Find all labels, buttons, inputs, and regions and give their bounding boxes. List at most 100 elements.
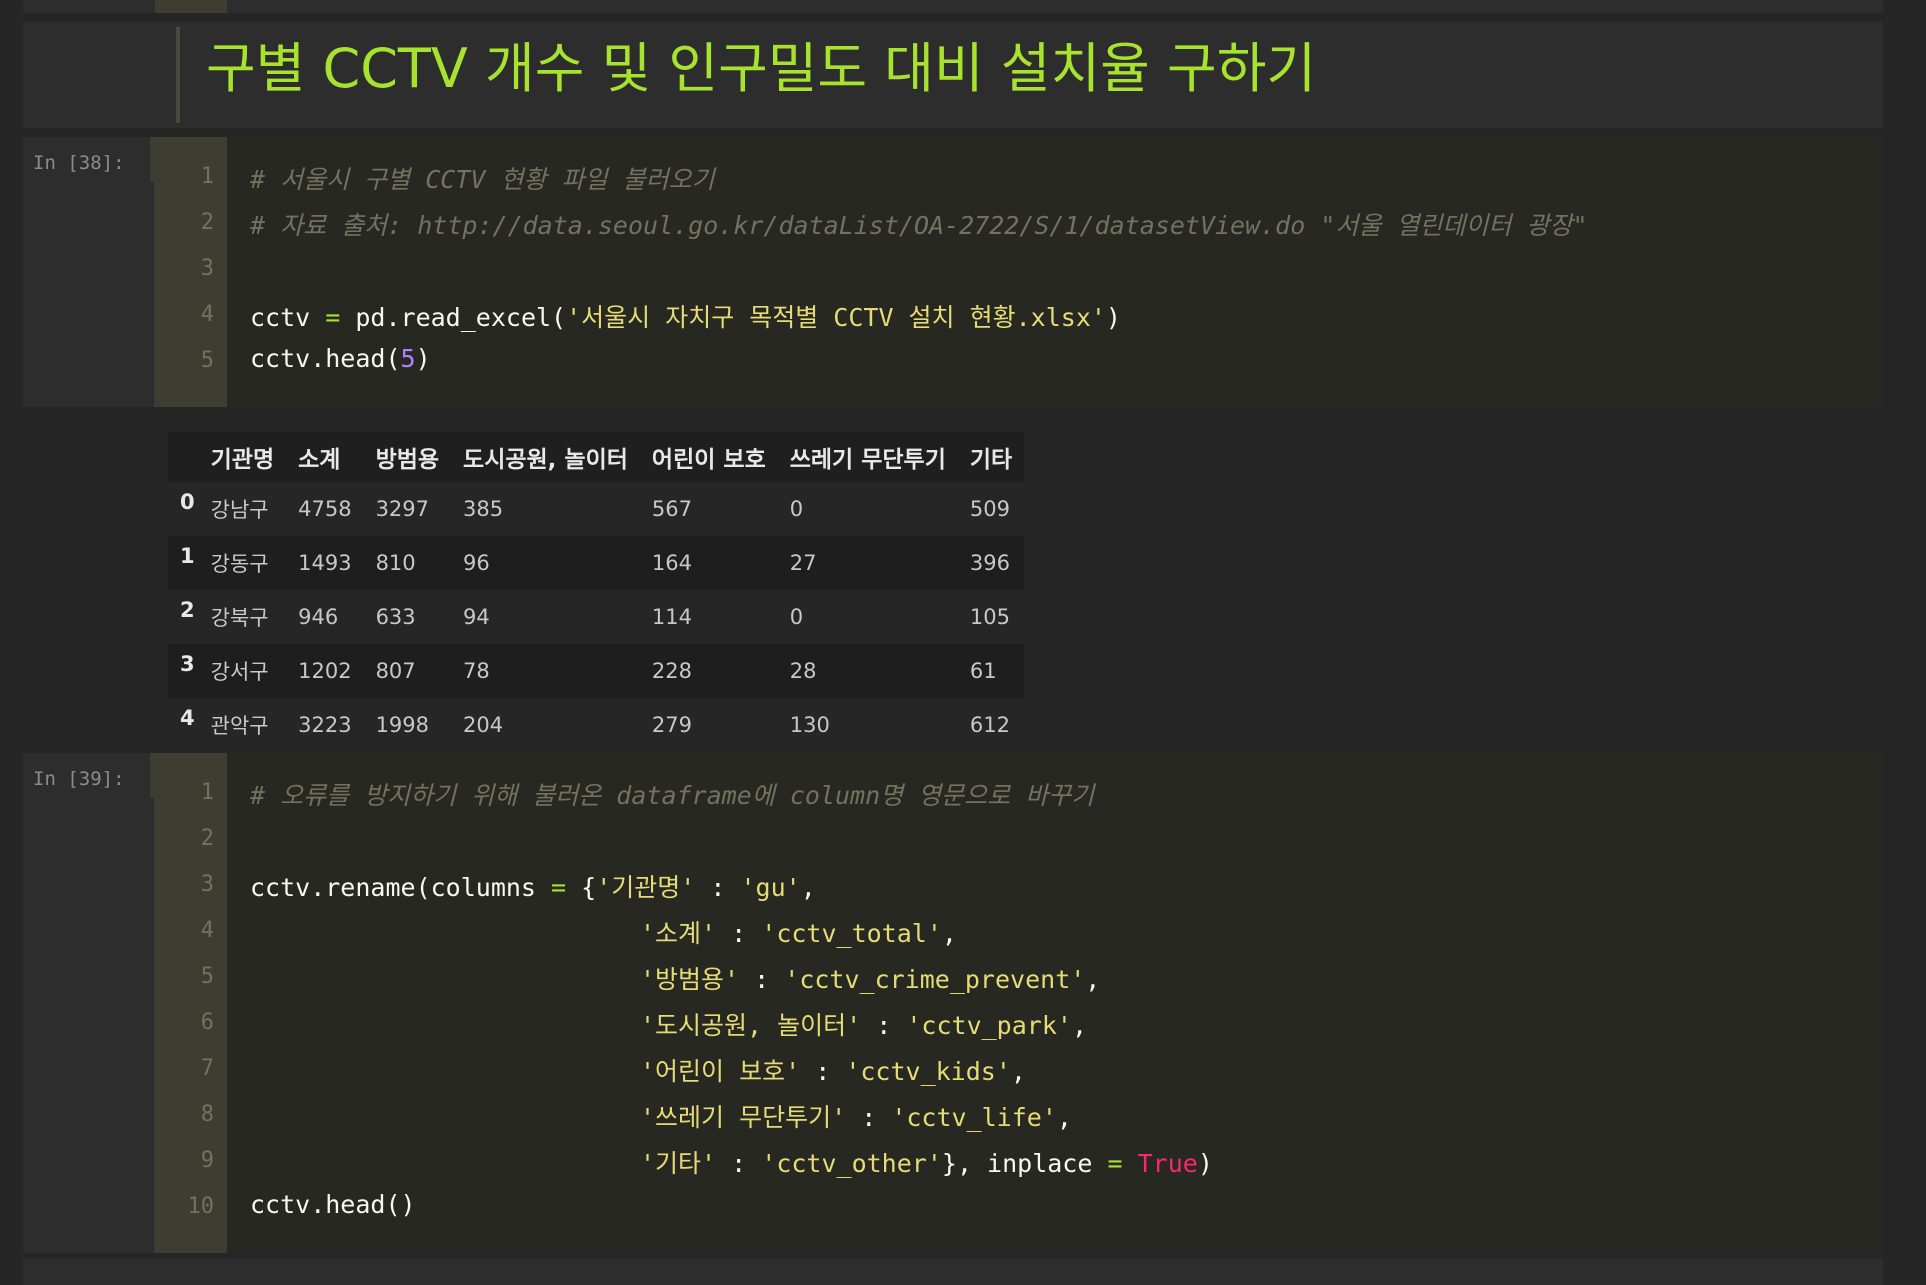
code-token: ): [415, 344, 431, 373]
code-token: ,: [941, 919, 957, 948]
code-token: cctv.head(): [250, 1190, 416, 1219]
table-row: 0 강남구 4758 3297 385 567 0 509: [168, 482, 1025, 536]
code-comment: # 서울시 구별 CCTV 현황 파일 불러오기: [250, 165, 715, 194]
table-cell: 279: [639, 698, 778, 752]
table-cell: 3223: [286, 698, 364, 752]
notebook-page: 구별 CCTV 개수 및 인구밀도 대비 설치율 구하기 In [38]: 1 …: [0, 0, 1926, 1285]
column-header: 어린이 보호: [639, 432, 778, 482]
code-string: 'cctv_total': [761, 919, 942, 948]
code-string: 'cctv_other': [761, 1149, 942, 1178]
column-header: 소계: [286, 432, 364, 482]
code-token: ,: [800, 873, 816, 902]
code-string: 'cctv_kids': [845, 1057, 1011, 1086]
table-cell: 385: [451, 482, 640, 536]
line-number: 8: [200, 1102, 214, 1127]
row-index: 0: [168, 482, 199, 536]
table-cell: 27: [777, 536, 958, 590]
code-token: ,: [1056, 1103, 1072, 1132]
table-row: 2 강북구 946 633 94 114 0 105: [168, 590, 1025, 644]
table-cell: 164: [639, 536, 778, 590]
code-line-1: # 오류를 방지하기 위해 불러온 dataframe에 column명 영문으…: [250, 776, 1094, 812]
code-string: 'cctv_park': [906, 1011, 1072, 1040]
code-token: :: [739, 965, 785, 994]
table-header-row: 기관명 소계 방범용 도시공원, 놀이터 어린이 보호 쓰레기 무단투기 기타: [168, 432, 1025, 482]
table-cell: 946: [286, 590, 364, 644]
code-line-4: cctv = pd.read_excel('서울시 자치구 목적별 CCTV 설…: [250, 298, 1121, 334]
table-cell: 28: [777, 644, 958, 698]
table-cell: 567: [639, 482, 778, 536]
code-line-5: cctv.head(5): [250, 344, 431, 373]
code-string: '쓰레기 무단투기': [640, 1103, 847, 1132]
column-header: [168, 432, 199, 482]
table-cell: 61: [957, 644, 1025, 698]
code-token: ): [1105, 303, 1121, 332]
table-cell: 0: [777, 590, 958, 644]
line-number: 4: [200, 302, 214, 327]
code-comment: # 자료 출처: http://data.seoul.go.kr/dataLis…: [250, 211, 1588, 240]
table-cell: 1202: [286, 644, 364, 698]
row-index: 2: [168, 590, 199, 644]
table-cell: 509: [957, 482, 1025, 536]
line-number: 3: [200, 872, 214, 897]
line-number: 4: [200, 918, 214, 943]
line-number: 10: [187, 1194, 215, 1219]
code-string: 'cctv_crime_prevent': [784, 965, 1086, 994]
code-token: {: [566, 873, 597, 902]
code-token: :: [846, 1103, 892, 1132]
table-cell: 810: [363, 536, 452, 590]
code-token: ,: [1071, 1011, 1088, 1040]
code-line-1: # 서울시 구별 CCTV 현황 파일 불러오기: [250, 160, 715, 196]
code-string: '소계': [640, 919, 717, 948]
code-string: 'gu': [740, 873, 801, 902]
row-index: 4: [168, 698, 199, 752]
code-line-10: cctv.head(): [250, 1190, 416, 1219]
code-line-2: # 자료 출처: http://data.seoul.go.kr/dataLis…: [250, 206, 1588, 242]
table-cell: 130: [777, 698, 958, 752]
line-number: 2: [200, 826, 214, 851]
table-cell: 3297: [363, 482, 452, 536]
code-line-5: '방범용' : 'cctv_crime_prevent',: [640, 960, 1100, 996]
cell-prompt: In [38]:: [33, 152, 125, 174]
code-string: 'cctv_life': [891, 1103, 1057, 1132]
code-line-9: '기타' : 'cctv_other'}, inplace = True): [640, 1144, 1213, 1180]
code-line-6: '도시공원, 놀이터' : 'cctv_park',: [640, 1006, 1087, 1042]
markdown-heading: 구별 CCTV 개수 및 인구밀도 대비 설치율 구하기: [206, 37, 1317, 100]
column-header: 쓰레기 무단투기: [777, 432, 958, 482]
table-row: 1 강동구 1493 810 96 164 27 396: [168, 536, 1025, 590]
next-cell-edge: [23, 1258, 1883, 1285]
code-token: :: [716, 1149, 762, 1178]
code-token: ,: [1085, 965, 1101, 994]
table-cell: 78: [451, 644, 640, 698]
line-number: 1: [200, 780, 214, 805]
table-cell: 396: [957, 536, 1025, 590]
code-number: 5: [400, 344, 416, 373]
code-token: }, inplace: [941, 1149, 1108, 1178]
code-token: :: [695, 873, 741, 902]
code-token: pd.read_excel(: [355, 303, 567, 332]
line-number: 6: [200, 1010, 214, 1035]
table-cell: 633: [363, 590, 452, 644]
table-row: 4 관악구 3223 1998 204 279 130 612: [168, 698, 1025, 752]
previous-cell-edge: [23, 0, 1883, 13]
code-line-3: cctv.rename(columns = {'기관명' : 'gu',: [250, 868, 816, 904]
line-number: 3: [200, 256, 214, 281]
table-cell: 94: [451, 590, 640, 644]
code-operator: =: [551, 873, 567, 902]
code-operator: =: [310, 303, 356, 332]
table-cell: 204: [451, 698, 640, 752]
code-string: '방범용': [640, 965, 740, 994]
column-header: 기타: [957, 432, 1025, 482]
row-index: 1: [168, 536, 199, 590]
table-cell: 1998: [363, 698, 452, 752]
table-cell: 105: [957, 590, 1025, 644]
code-string: '어린이 보호': [640, 1057, 801, 1086]
code-token: ): [1197, 1149, 1213, 1178]
table-cell: 0: [777, 482, 958, 536]
line-number: 5: [200, 348, 214, 373]
table-row: 3 강서구 1202 807 78 228 28 61: [168, 644, 1025, 698]
table-cell: 강서구: [198, 644, 287, 698]
table-cell: 4758: [286, 482, 364, 536]
table-cell: 228: [639, 644, 778, 698]
code-line-4: '소계' : 'cctv_total',: [640, 914, 957, 950]
table-cell: 강북구: [198, 590, 287, 644]
